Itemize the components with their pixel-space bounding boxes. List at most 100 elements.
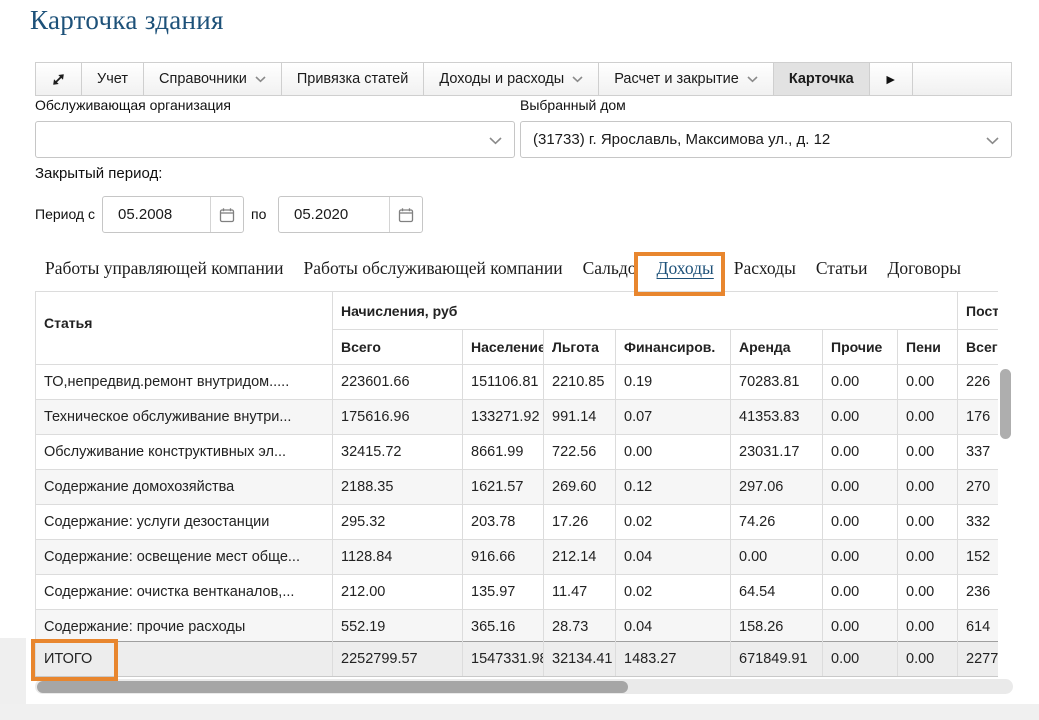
spravochniki-button[interactable]: Справочники — [144, 63, 282, 95]
table-cell: 1621.57 — [463, 470, 544, 505]
horizontal-scrollbar-thumb[interactable] — [37, 681, 628, 693]
table-row[interactable]: Содержание: очистка вентканалов,...212.0… — [36, 575, 999, 610]
calendar-button[interactable] — [390, 197, 422, 232]
table-cell: 1128.84 — [333, 540, 463, 575]
table-cell: 0.00 — [616, 435, 731, 470]
table-cell: 991.14 — [544, 400, 616, 435]
table-cell: 212.14 — [544, 540, 616, 575]
page-background-bottom — [0, 704, 1039, 720]
total-cell: 0.00 — [898, 642, 958, 677]
table-cell: 270 — [958, 470, 998, 505]
house-label: Выбранный дом — [520, 97, 626, 113]
table-row[interactable]: Обслуживание конструктивных эл...32415.7… — [36, 435, 999, 470]
table-viewport: СтатьяНачисления, рубПоступления, рубВсе… — [35, 291, 998, 677]
col-header[interactable]: Аренда — [731, 330, 823, 365]
kartochka-button-label: Карточка — [789, 71, 854, 87]
period-to-input[interactable]: 05.2020 — [278, 196, 423, 233]
house-combobox[interactable]: (31733) г. Ярославль, Максимова ул., д. … — [520, 121, 1012, 158]
table-cell: 722.56 — [544, 435, 616, 470]
toolbar: Учет Справочники Привязка статей Доходы и р… — [35, 62, 1012, 96]
horizontal-scrollbar[interactable] — [35, 679, 1013, 694]
table-row[interactable]: Содержание: освещение мест обще...1128.8… — [36, 540, 999, 575]
chevron-down-icon — [747, 76, 758, 83]
period-from-label: Период с — [35, 206, 95, 222]
table-cell: 226 — [958, 365, 998, 400]
total-cell: 32134.41 — [544, 642, 616, 677]
privyazka-statey-button[interactable]: Привязка статей — [282, 63, 425, 95]
uchet-button[interactable]: Учет — [82, 63, 144, 95]
table-cell: 176 — [958, 400, 998, 435]
next-button[interactable]: ► — [870, 63, 913, 95]
table-row[interactable]: Содержание домохозяйства2188.351621.5726… — [36, 470, 999, 505]
table-row[interactable]: ТО,непредвид.ремонт внутридом.....223601… — [36, 365, 999, 400]
tab-stati[interactable]: Статьи — [806, 245, 878, 291]
col-header[interactable]: Финансиров. — [616, 330, 731, 365]
uchet-button-label: Учет — [97, 71, 128, 87]
raschet-i-zakrytie-button[interactable]: Расчет и закрытие — [599, 63, 774, 95]
table-cell: 158.26 — [731, 610, 823, 645]
tab-dogovory[interactable]: Договоры — [877, 245, 971, 291]
table-cell: 0.07 — [616, 400, 731, 435]
table-cell: 212.00 — [333, 575, 463, 610]
table-cell: 28.73 — [544, 610, 616, 645]
table-cell: 0.00 — [898, 365, 958, 400]
col-header[interactable]: Население — [463, 330, 544, 365]
total-table: ИТОГО2252799.571547331.9832134.411483.27… — [35, 641, 998, 677]
col-header[interactable]: Пени — [898, 330, 958, 365]
table-cell: Содержание домохозяйства — [36, 470, 333, 505]
table-cell: 70283.81 — [731, 365, 823, 400]
table-cell: 0.00 — [898, 540, 958, 575]
spravochniki-button-label: Справочники — [159, 71, 247, 87]
calendar-icon — [398, 207, 414, 223]
dokhody-i-raskhody-button[interactable]: Доходы и расходы — [424, 63, 599, 95]
total-row: ИТОГО2252799.571547331.9832134.411483.27… — [36, 642, 999, 677]
period-from-input[interactable]: 05.2008 — [102, 196, 244, 233]
table-cell: Обслуживание конструктивных эл... — [36, 435, 333, 470]
table-cell: 0.00 — [823, 365, 898, 400]
col-header-statya[interactable]: Статья — [36, 292, 333, 365]
table-cell: 0.00 — [898, 435, 958, 470]
table-cell: 0.00 — [823, 505, 898, 540]
dokhody-i-raskhody-button-label: Доходы и расходы — [439, 71, 564, 87]
total-cell: 0.00 — [823, 642, 898, 677]
table-cell: 0.00 — [898, 470, 958, 505]
table-cell: 2210.85 — [544, 365, 616, 400]
org-combobox[interactable] — [35, 121, 515, 158]
highlight-box-itogo — [31, 639, 118, 681]
table-cell: 332 — [958, 505, 998, 540]
tab-raboty-upravlyayushchey[interactable]: Работы управляющей компании — [35, 245, 294, 291]
col-header[interactable]: Льгота — [544, 330, 616, 365]
table-cell: 203.78 — [463, 505, 544, 540]
table-row[interactable]: Техническое обслуживание внутри...175616… — [36, 400, 999, 435]
period-from-value: 05.2008 — [103, 197, 210, 232]
table-cell: 0.02 — [616, 575, 731, 610]
tab-raboty-obsluzhivayushchey[interactable]: Работы обслуживающей компании — [294, 245, 573, 291]
table-cell: 223601.66 — [333, 365, 463, 400]
calendar-icon — [219, 207, 235, 223]
col-header[interactable]: Всего — [333, 330, 463, 365]
table-cell: 8661.99 — [463, 435, 544, 470]
table-cell: ТО,непредвид.ремонт внутридом..... — [36, 365, 333, 400]
table-cell: 64.54 — [731, 575, 823, 610]
group-header-nachisleniya: Начисления, руб — [333, 292, 958, 330]
col-header[interactable]: Всего — [958, 330, 998, 365]
kartochka-button[interactable]: Карточка — [774, 63, 870, 95]
col-header[interactable]: Прочие — [823, 330, 898, 365]
table-cell: 175616.96 — [333, 400, 463, 435]
table-cell: 0.00 — [823, 540, 898, 575]
period-to-label: по — [251, 206, 266, 222]
period-to-value: 05.2020 — [279, 197, 389, 232]
group-header-postupleniya: Поступления, руб — [958, 292, 998, 330]
chevron-down-icon — [572, 76, 583, 83]
table-cell: 0.00 — [823, 610, 898, 645]
expand-button[interactable] — [36, 63, 82, 95]
tab-raskhody[interactable]: Расходы — [724, 245, 806, 291]
tab-bar: Работы управляющей компанииРаботы обслуж… — [35, 245, 1012, 291]
vertical-scrollbar-thumb[interactable] — [1000, 369, 1011, 439]
table-row[interactable]: Содержание: услуги дезостанции295.32203.… — [36, 505, 999, 540]
table-cell: 0.12 — [616, 470, 731, 505]
calendar-button[interactable] — [211, 197, 243, 232]
table-row[interactable]: Содержание: прочие расходы552.19365.1628… — [36, 610, 999, 645]
org-label: Обслуживающая организация — [35, 97, 231, 113]
table-cell: 916.66 — [463, 540, 544, 575]
